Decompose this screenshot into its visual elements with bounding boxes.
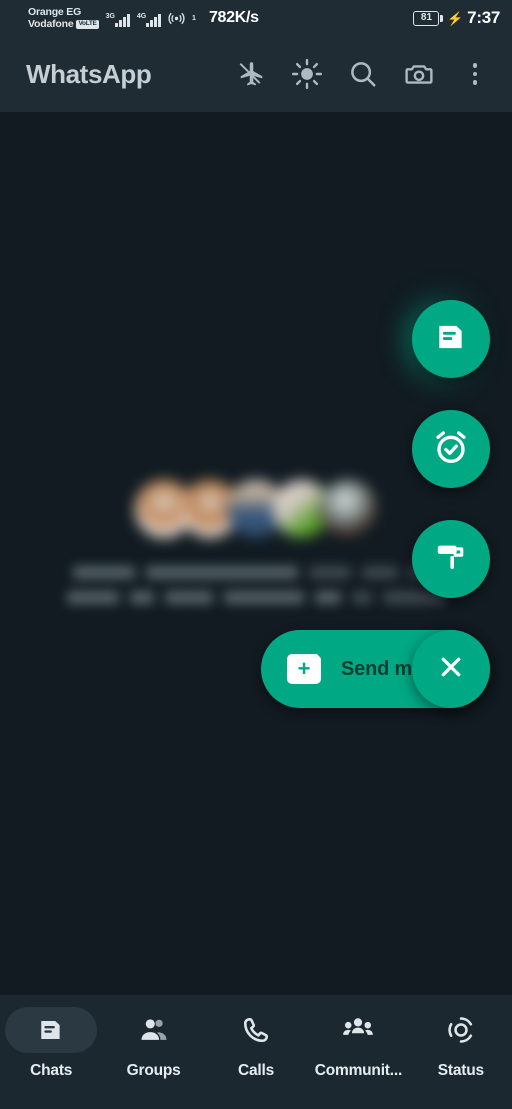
message-icon (433, 319, 469, 360)
send-me-action-row: + Send me (261, 630, 490, 708)
close-icon (436, 652, 466, 687)
redacted-word (315, 591, 341, 604)
invite-text-redacted (41, 566, 471, 604)
overflow-dots (472, 63, 478, 85)
status-bar: Orange EG Vodafone VoLTE 3G 4G 1 782K/s … (0, 0, 512, 36)
status-icon (415, 1007, 507, 1053)
avatar (319, 480, 377, 538)
nav-label-chats: Chats (30, 1062, 73, 1079)
nav-label-status: Status (437, 1062, 484, 1079)
chat-list-area: + Send me (0, 112, 512, 995)
sim1-signal-bars-icon (114, 13, 130, 27)
search-icon[interactable] (346, 57, 380, 91)
nav-item-calls[interactable]: Calls (205, 1007, 307, 1080)
carrier-primary-label: Orange EG (28, 5, 82, 18)
nav-item-groups[interactable]: Groups (102, 1007, 204, 1080)
chats-icon (5, 1007, 98, 1053)
calls-icon (210, 1007, 302, 1053)
carrier-primary: Orange EG (28, 5, 99, 18)
nav-label-communities: Communit... (314, 1062, 403, 1079)
reminder-fab[interactable] (412, 410, 490, 488)
status-bar-left: Orange EG Vodafone VoLTE 3G 4G 1 782K/s (12, 5, 259, 30)
redacted-word (146, 566, 298, 579)
app-header: WhatsApp (0, 36, 512, 112)
airplane-mode-icon[interactable] (234, 57, 268, 91)
charging-bolt-icon: ⚡ (446, 10, 464, 26)
battery-indicator: 81 (413, 10, 443, 26)
redacted-word (224, 591, 304, 604)
send-me-label: Send me (341, 657, 423, 680)
note-plus-icon: + (287, 654, 321, 684)
redacted-word (352, 591, 372, 604)
nav-item-chats[interactable]: Chats (0, 1007, 102, 1080)
network-speed: 782K/s (208, 9, 259, 26)
carrier-secondary: Vodafone VoLTE (28, 19, 99, 30)
hotspot-superscript: 1 (192, 14, 196, 22)
battery-percent: 81 (413, 10, 440, 26)
invite-text-line-1 (73, 566, 439, 579)
redacted-word (73, 566, 135, 579)
page-title: WhatsApp (26, 58, 152, 89)
theme-fab[interactable] (412, 520, 490, 598)
invite-text-line-2 (67, 591, 445, 604)
nav-label-calls: Calls (237, 1062, 275, 1079)
redacted-word (67, 591, 119, 604)
alarm-check-icon (431, 427, 471, 472)
contact-avatars (135, 480, 377, 538)
sim2-network-label: 4G (136, 13, 147, 20)
close-button[interactable] (412, 630, 490, 708)
camera-icon[interactable] (402, 57, 436, 91)
clock: 7:37 (467, 8, 500, 27)
redacted-word (362, 566, 398, 579)
sim2-signal-bars-icon (146, 13, 162, 27)
sim2-signal: 4G (136, 9, 162, 27)
carrier-secondary-label: Vodafone (28, 18, 74, 30)
status-bar-right: 81 ⚡ 7:37 (413, 8, 500, 28)
redacted-word (309, 566, 351, 579)
sim1-network-label: 3G (105, 13, 115, 20)
sim1-signal: 3G (106, 9, 130, 27)
new-chat-fab[interactable] (412, 300, 490, 378)
nav-item-communities[interactable]: Communit... (307, 1007, 409, 1080)
redacted-word (165, 591, 213, 604)
brightness-icon[interactable] (290, 57, 324, 91)
communities-icon (312, 1007, 404, 1053)
nav-label-groups: Groups (126, 1062, 181, 1079)
battery-tip-icon (440, 14, 443, 22)
redacted-word (130, 591, 154, 604)
whatsapp-screen: Orange EG Vodafone VoLTE 3G 4G 1 782K/s … (0, 0, 512, 1109)
hotspot-icon (168, 10, 185, 27)
overflow-menu-icon[interactable] (458, 57, 492, 91)
paint-roller-icon (433, 539, 469, 580)
groups-icon (108, 1007, 200, 1053)
volte-badge: VoLTE (76, 20, 99, 29)
header-actions (234, 57, 492, 91)
nav-item-status[interactable]: Status (410, 1007, 512, 1080)
bottom-navigation: Chats Groups Calls Communit... Status (0, 995, 512, 1109)
carrier-names: Orange EG Vodafone VoLTE (12, 5, 99, 30)
